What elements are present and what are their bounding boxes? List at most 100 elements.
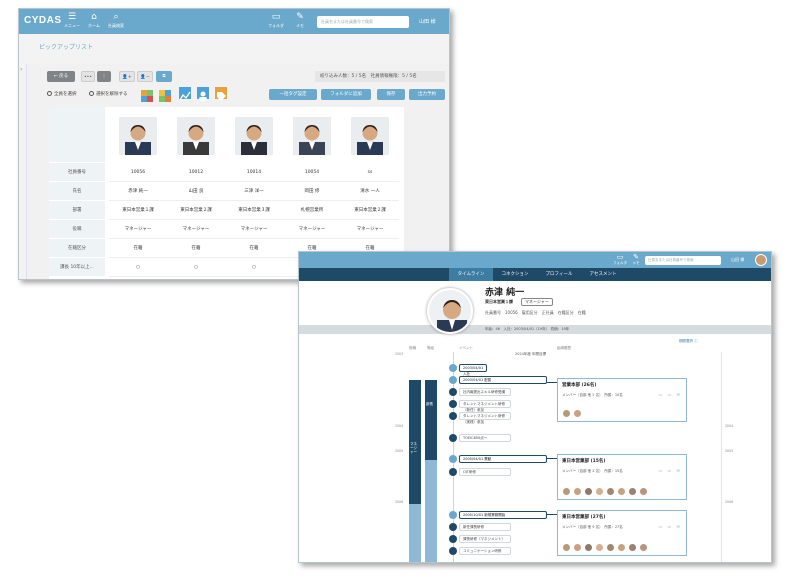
timeline-event[interactable]: 2003/04/01 配属 xyxy=(459,376,547,384)
memo-button[interactable]: ✎ メモ xyxy=(285,11,315,29)
timeline-node[interactable] xyxy=(449,468,457,476)
grade-band xyxy=(425,380,437,460)
user-name[interactable]: 山田 様 xyxy=(419,18,436,25)
timeline-event[interactable]: 2005/04/01 異動 xyxy=(459,455,547,463)
member-avatar[interactable] xyxy=(628,543,637,552)
cell-employee-id: 10014 xyxy=(225,163,283,182)
timeline-event[interactable]: OJT研修 xyxy=(459,468,511,476)
member-avatar[interactable] xyxy=(562,487,571,496)
save-button[interactable]: 保存 xyxy=(377,89,405,100)
timeline-event[interactable]: 2005/10/01 新規業務開始 xyxy=(459,511,547,519)
timeline-event[interactable]: TOEIC650点～ xyxy=(459,434,511,442)
user-name[interactable]: 山田 様 xyxy=(731,257,744,263)
more-button[interactable]: ••• xyxy=(81,71,95,82)
card-action-icons[interactable]: ▭ ▭ ✉ xyxy=(659,524,682,529)
search-input[interactable]: 社員名または社員番号で検索 xyxy=(317,16,409,28)
user-avatar[interactable] xyxy=(755,254,767,266)
kebab-button[interactable]: ⋮ xyxy=(97,71,111,82)
member-avatar[interactable] xyxy=(595,487,604,496)
member-avatar[interactable] xyxy=(573,487,582,496)
cell-name[interactable]: 山田 良 xyxy=(167,182,225,201)
member-avatar[interactable] xyxy=(562,409,571,418)
page-title: ピックアップリスト xyxy=(39,44,94,51)
timeline-event[interactable]: 社内報提出スキル研修受講 xyxy=(459,388,511,396)
view-toggle-button[interactable]: ⧉ xyxy=(156,71,172,82)
year-label: 2004 xyxy=(395,424,404,428)
employee-search-button[interactable]: ⌕ 社員検索 xyxy=(101,11,131,29)
member-avatar[interactable] xyxy=(573,543,582,552)
employee-photo[interactable] xyxy=(177,117,215,155)
card-action-icons[interactable]: ▭ ▭ ✉ xyxy=(659,392,682,397)
member-avatar[interactable] xyxy=(562,543,571,552)
year-label: 2003 xyxy=(395,352,404,356)
member-avatar[interactable] xyxy=(595,543,604,552)
member-avatar[interactable] xyxy=(573,409,582,418)
tab-profile[interactable]: プロフィール xyxy=(537,268,581,281)
bulk-tag-button[interactable]: 一括タグ設定 xyxy=(269,89,317,100)
year-label: 2006 xyxy=(395,500,404,504)
member-avatar[interactable] xyxy=(606,543,615,552)
timeline-event[interactable]: コミュニケーション研修 xyxy=(459,547,511,555)
timeline-node[interactable] xyxy=(449,376,457,384)
remove-person-button[interactable]: 👤− xyxy=(137,71,153,82)
timeline-node[interactable] xyxy=(449,511,457,519)
employee-photo[interactable] xyxy=(293,117,331,155)
deselect-all-option[interactable]: 選択を解除する xyxy=(89,91,128,97)
card-action-icons[interactable]: ▭ ▭ ✉ xyxy=(659,468,682,473)
menu-label: メニュー xyxy=(64,23,80,28)
timeline-node[interactable] xyxy=(449,535,457,543)
cell-employee-id: 10054 xyxy=(283,163,341,182)
period-select-link[interactable]: 期間選択 ⓘ xyxy=(679,339,698,344)
sidebar-toggle[interactable]: › xyxy=(19,64,27,279)
matrix-icon[interactable] xyxy=(159,87,171,102)
timeline-event[interactable]: 2003/04/01 入社 xyxy=(459,364,487,376)
member-avatar[interactable] xyxy=(617,487,626,496)
timeline-node[interactable] xyxy=(449,388,457,396)
tag-icon[interactable] xyxy=(215,87,227,101)
timeline-node[interactable] xyxy=(449,364,457,372)
employee-profile-window: ▭ フォルダ ✎ メモ 社員名または社員番号で検索 山田 様 タイムライン コネ… xyxy=(298,251,772,563)
timeline-node[interactable] xyxy=(449,434,457,442)
org-card-title: 東日本営業部 (27名) xyxy=(562,515,606,520)
member-avatar[interactable] xyxy=(628,487,637,496)
back-button[interactable]: ← 戻る xyxy=(47,71,75,82)
timeline-node[interactable] xyxy=(449,455,457,463)
search-input[interactable]: 社員名または社員番号で検索 xyxy=(645,256,721,265)
timeline-node[interactable] xyxy=(449,547,457,555)
cell-name[interactable]: 岡田 修 xyxy=(283,182,341,201)
export-button[interactable]: 出力予約 xyxy=(409,89,445,100)
cell-name[interactable]: 赤津 純一 xyxy=(109,182,167,201)
timeline-node[interactable] xyxy=(449,400,457,408)
timeline-event[interactable]: 新任課長研修 xyxy=(459,523,511,531)
grid-color-icon[interactable] xyxy=(141,87,153,102)
member-avatar[interactable] xyxy=(639,487,648,496)
employee-photo[interactable] xyxy=(351,117,389,155)
tab-assessment[interactable]: アセスメント xyxy=(581,268,625,281)
timeline-event[interactable]: タレントマネジメント研修（実践）参加 xyxy=(459,412,511,424)
timeline-event[interactable]: 課長研修（マネジメント） xyxy=(459,535,511,543)
timeline-node[interactable] xyxy=(449,523,457,531)
year-label-right: 2006 xyxy=(725,500,734,504)
org-history-card[interactable]: 東日本営業部 (27名) メンバー（自部 他 9 名） 所属：27名 ▭ ▭ ✉ xyxy=(557,510,687,556)
tab-connection[interactable]: コネクション xyxy=(493,268,537,281)
add-person-button[interactable]: 👤+ xyxy=(119,71,135,82)
member-avatar[interactable] xyxy=(606,487,615,496)
app-logo[interactable]: CYDAS xyxy=(24,15,62,26)
employee-photo[interactable] xyxy=(119,117,157,155)
tab-timeline[interactable]: タイムライン xyxy=(449,268,493,281)
member-avatar[interactable] xyxy=(617,543,626,552)
add-to-folder-button[interactable]: フォルダに追加 xyxy=(321,89,371,100)
timeline-node[interactable] xyxy=(449,412,457,420)
cell-name[interactable]: 三津 洋一 xyxy=(225,182,283,201)
chart-icon[interactable] xyxy=(179,87,191,101)
member-avatar[interactable] xyxy=(584,543,593,552)
member-avatar[interactable] xyxy=(639,543,648,552)
timeline-event[interactable]: タレントマネジメント研修（新任）参加 xyxy=(459,400,511,412)
org-history-card[interactable]: 東日本営業部 (15名) メンバー（自部 他 2 名） 所属：15名 ▭ ▭ ✉ xyxy=(557,454,687,500)
member-avatar[interactable] xyxy=(584,487,593,496)
org-history-card[interactable]: 営業本部 (26名) メンバー（自部 他 2 名） 所属：10名 ▭ ▭ ✉ xyxy=(557,378,687,422)
select-all-option[interactable]: 全員を選択 xyxy=(47,91,77,97)
people-icon[interactable] xyxy=(197,87,209,101)
employee-photo[interactable] xyxy=(235,117,273,155)
cell-name[interactable]: 清水 一人 xyxy=(341,182,399,201)
